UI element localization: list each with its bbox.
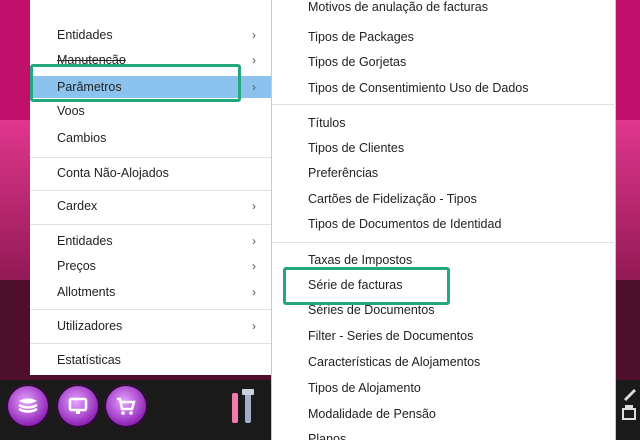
submenu-item-tipos-alojamento[interactable]: Tipos de Alojamento [272,377,616,399]
main-menu: Entidades › Manutenção › Parâmetros › Vo… [30,0,272,375]
menu-item-conta-nao-alojados[interactable]: Conta Não-Alojados [30,162,272,184]
menu-item-precos[interactable]: Preços › [30,255,272,277]
chevron-right-icon: › [252,199,256,213]
submenu-item-serie-facturas[interactable]: Série de facturas [272,274,616,296]
menu-separator [30,224,272,225]
submenu-item-cartoes-fidelizacao[interactable]: Cartões de Fidelização - Tipos [272,188,616,210]
tools-icon[interactable] [228,387,258,427]
menu-item-utilizadores[interactable]: Utilizadores › [30,315,272,337]
monitor-icon[interactable] [56,384,100,428]
submenu-item-filter-series[interactable]: Filter - Series de Documentos [272,325,616,347]
menu-separator [30,157,272,158]
menu-separator [272,242,616,243]
submenu-item-tipos-documentos-identidad[interactable]: Tipos de Documentos de Identidad [272,213,616,235]
menu-item-voos[interactable]: Voos [30,104,272,118]
menu-separator [30,190,272,191]
submenu-item-tipos-gorjetas[interactable]: Tipos de Gorjetas [272,51,616,73]
submenu-item-series-documentos[interactable]: Séries de Documentos [272,299,616,321]
menu-item-parametros[interactable]: Parâmetros › [30,76,272,98]
menu-separator [272,104,616,105]
chevron-right-icon: › [252,285,256,299]
chevron-right-icon: › [252,28,256,42]
menu-item-entidades[interactable]: Entidades › [30,24,272,46]
menu-separator [30,343,272,344]
chevron-right-icon: › [252,80,256,94]
menu-item-manutencao[interactable]: Manutenção › [30,49,272,71]
chevron-right-icon: › [252,259,256,273]
submenu-item-caracteristicas-alojamentos[interactable]: Características de Alojamentos [272,351,616,373]
submenu-item-planos[interactable]: Planos [272,428,616,440]
menu-item-entidades-2[interactable]: Entidades › [30,230,272,252]
submenu-item-tipos-packages[interactable]: Tipos de Packages [272,26,616,48]
submenu-item-preferencias[interactable]: Preferências [272,162,616,184]
submenu-item-modalidade-pensao[interactable]: Modalidade de Pensão [272,403,616,425]
menu-item-cardex[interactable]: Cardex › [30,195,272,217]
menu-item-allotments[interactable]: Allotments › [30,281,272,303]
menu-item-cambios[interactable]: Cambios [30,127,272,149]
submenu-item-tipos-clientes[interactable]: Tipos de Clientes [272,137,616,159]
cart-icon[interactable] [104,384,148,428]
chevron-right-icon: › [252,53,256,67]
stack-icon[interactable] [6,384,50,428]
parametros-submenu: Motivos de anulação de facturas Tipos de… [271,0,616,440]
submenu-item-motivos-anulacao[interactable]: Motivos de anulação de facturas [272,0,616,15]
menu-separator [30,309,272,310]
submenu-item-taxas-impostos[interactable]: Taxas de Impostos [272,249,616,271]
pen-icon[interactable] [620,385,640,435]
submenu-item-tipos-consentimiento[interactable]: Tipos de Consentimiento Uso de Dados [272,77,616,99]
submenu-item-titulos[interactable]: Títulos [272,112,616,134]
chevron-right-icon: › [252,234,256,248]
chevron-right-icon: › [252,319,256,333]
menu-item-estatisticas[interactable]: Estatísticas [30,349,272,371]
